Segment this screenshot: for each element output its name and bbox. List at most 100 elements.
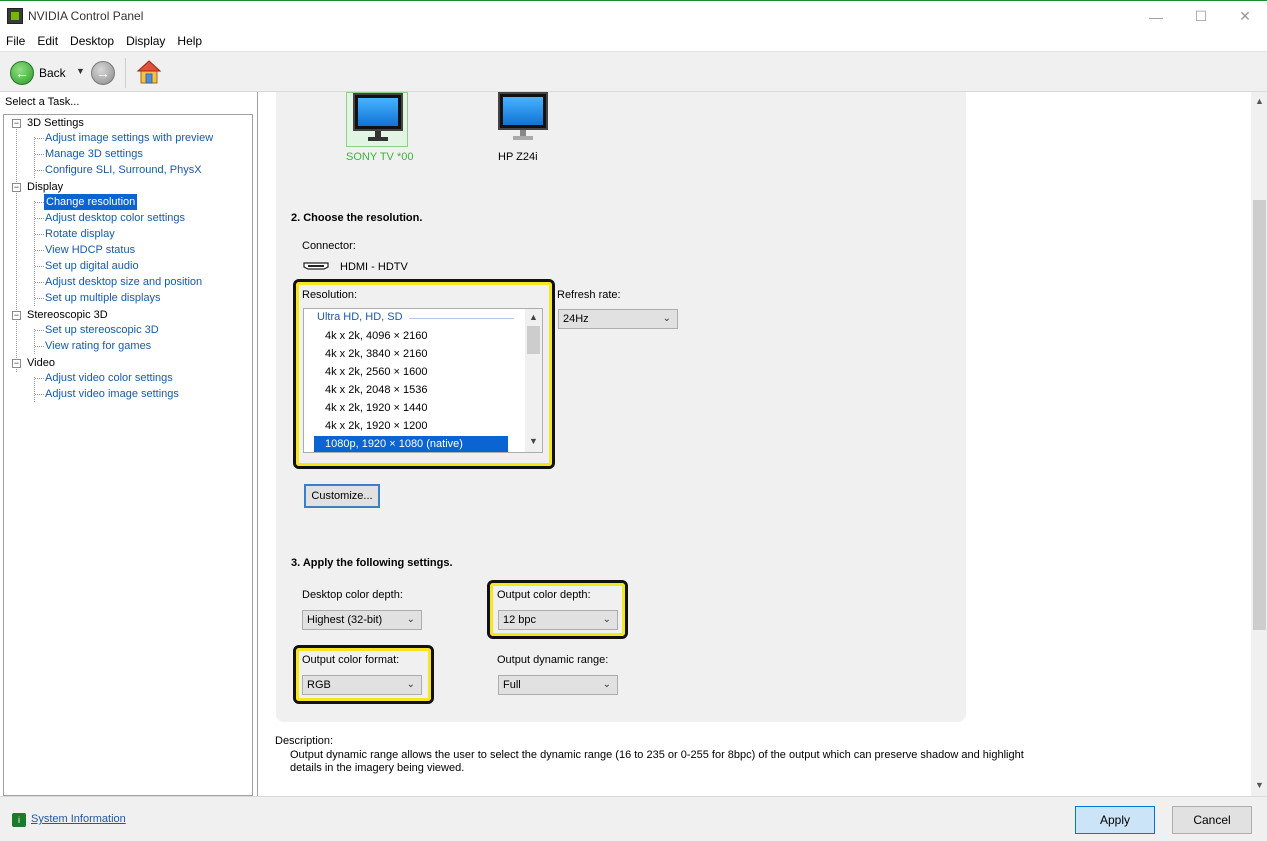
- home-icon[interactable]: [136, 59, 162, 85]
- tree-category-stereoscopic-3d[interactable]: Stereoscopic 3D: [27, 307, 108, 323]
- refresh-rate-label: Refresh rate:: [557, 289, 621, 301]
- chevron-down-icon: ⌄: [406, 614, 415, 625]
- task-view-hdcp-status[interactable]: View HDCP status: [45, 242, 135, 258]
- back-history-dropdown-icon[interactable]: ▼: [76, 66, 85, 76]
- system-information-link[interactable]: System Information: [31, 813, 126, 825]
- back-label: Back: [39, 66, 66, 80]
- task-adjust-desktop-color[interactable]: Adjust desktop color settings: [45, 210, 185, 226]
- desktop-color-depth-select[interactable]: Highest (32-bit) ⌄: [302, 610, 422, 630]
- monitor-icon: [498, 92, 548, 130]
- refresh-rate-value: 24Hz: [563, 313, 589, 325]
- monitor-icon: [353, 93, 403, 131]
- task-sidebar: Select a Task... − 3D Settings Adjust im…: [0, 92, 255, 796]
- group-divider: [409, 318, 514, 319]
- display-sony-tv[interactable]: [346, 92, 408, 147]
- customize-button[interactable]: Customize...: [304, 484, 380, 508]
- expand-stereoscopic-icon[interactable]: −: [12, 311, 21, 320]
- output-color-format-select[interactable]: RGB ⌄: [302, 675, 422, 695]
- tree-line: [35, 266, 44, 267]
- resolution-option[interactable]: 4k x 2k, 3840 × 2160: [314, 346, 508, 362]
- toolbar-separator: [125, 58, 126, 88]
- cancel-button[interactable]: Cancel: [1172, 806, 1252, 834]
- resolution-scrollbar[interactable]: ▲ ▼: [525, 309, 542, 452]
- tree-line: [35, 234, 44, 235]
- select-task-label: Select a Task...: [5, 96, 80, 108]
- resolution-option[interactable]: 4k x 2k, 1920 × 1440: [314, 400, 508, 416]
- output-dynamic-range-select[interactable]: Full ⌄: [498, 675, 618, 695]
- nvidia-app-icon: [7, 8, 23, 24]
- expand-display-icon[interactable]: −: [12, 183, 21, 192]
- resolution-group-label: Ultra HD, HD, SD: [317, 311, 403, 323]
- task-video-color[interactable]: Adjust video color settings: [45, 370, 173, 386]
- task-multiple-displays[interactable]: Set up multiple displays: [45, 290, 161, 306]
- display-hp-z24i-label[interactable]: HP Z24i: [498, 151, 538, 163]
- task-manage-3d-settings[interactable]: Manage 3D settings: [45, 146, 143, 162]
- tree-line: [34, 329, 35, 354]
- display-hp-z24i[interactable]: [492, 92, 554, 142]
- scroll-up-icon[interactable]: ▲: [1255, 96, 1264, 106]
- tree-category-video[interactable]: Video: [27, 355, 55, 371]
- tree-line: [34, 201, 35, 306]
- connector-label: Connector:: [302, 240, 356, 252]
- task-digital-audio[interactable]: Set up digital audio: [45, 258, 139, 274]
- refresh-rate-select[interactable]: 24Hz ⌄: [558, 309, 678, 329]
- resolution-label: Resolution:: [302, 289, 358, 301]
- resolution-option[interactable]: 4k x 2k, 2048 × 1536: [314, 382, 508, 398]
- menu-help[interactable]: Help: [171, 31, 208, 51]
- output-dynamic-range-value: Full: [503, 679, 521, 691]
- connector-value: HDMI - HDTV: [340, 261, 408, 273]
- forward-arrow-icon[interactable]: →: [91, 61, 115, 85]
- resolution-listbox[interactable]: Ultra HD, HD, SD 4k x 2k, 4096 × 2160 4k…: [303, 308, 543, 453]
- menu-file[interactable]: File: [0, 31, 31, 51]
- menu-display[interactable]: Display: [120, 31, 171, 51]
- settings-area: SONY TV *00 HP Z24i 2. Choose the resolu…: [276, 92, 966, 722]
- main-content: SONY TV *00 HP Z24i 2. Choose the resolu…: [257, 92, 1267, 796]
- toolbar: ← Back ▼ →: [0, 51, 1267, 92]
- scroll-thumb[interactable]: [1253, 200, 1266, 630]
- task-desktop-size-position[interactable]: Adjust desktop size and position: [45, 274, 202, 290]
- tree-line: [35, 170, 44, 171]
- chevron-down-icon: ⌄: [662, 313, 671, 324]
- task-rotate-display[interactable]: Rotate display: [45, 226, 115, 242]
- task-change-resolution[interactable]: Change resolution: [44, 194, 138, 210]
- close-button[interactable]: ✕: [1222, 1, 1267, 32]
- tree-category-3d-settings[interactable]: 3D Settings: [27, 115, 84, 131]
- menu-desktop[interactable]: Desktop: [64, 31, 120, 51]
- tree-line: [16, 129, 17, 372]
- resolution-option[interactable]: 4k x 2k, 4096 × 2160: [314, 328, 508, 344]
- resolution-option[interactable]: 4k x 2k, 2560 × 1600: [314, 364, 508, 380]
- tree-category-display[interactable]: Display: [27, 179, 63, 195]
- main-scrollbar[interactable]: ▲ ▼: [1251, 92, 1267, 796]
- task-video-image[interactable]: Adjust video image settings: [45, 386, 179, 402]
- desktop-color-depth-label: Desktop color depth:: [302, 589, 403, 601]
- task-setup-stereoscopic[interactable]: Set up stereoscopic 3D: [45, 322, 159, 338]
- expand-3d-settings-icon[interactable]: −: [12, 119, 21, 128]
- title-bar: NVIDIA Control Panel — ☐ ✕: [0, 0, 1267, 31]
- scroll-thumb[interactable]: [527, 326, 540, 354]
- tree-line: [35, 138, 44, 139]
- scroll-down-icon[interactable]: ▼: [1255, 780, 1264, 790]
- apply-button[interactable]: Apply: [1075, 806, 1155, 834]
- resolution-option[interactable]: 4k x 2k, 1920 × 1200: [314, 418, 508, 434]
- chevron-down-icon: ⌄: [602, 679, 611, 690]
- display-sony-tv-label[interactable]: SONY TV *00: [346, 151, 413, 163]
- expand-video-icon[interactable]: −: [12, 359, 21, 368]
- back-button[interactable]: ← Back: [10, 61, 66, 85]
- resolution-option-selected[interactable]: 1080p, 1920 × 1080 (native): [314, 436, 508, 452]
- menu-edit[interactable]: Edit: [31, 31, 64, 51]
- chevron-down-icon: ⌄: [602, 614, 611, 625]
- tree-line: [34, 137, 35, 178]
- scroll-down-icon[interactable]: ▼: [529, 436, 538, 446]
- description-label: Description:: [275, 735, 334, 747]
- task-adjust-image-settings[interactable]: Adjust image settings with preview: [45, 130, 213, 146]
- minimize-button[interactable]: —: [1133, 1, 1179, 32]
- output-color-depth-select[interactable]: 12 bpc ⌄: [498, 610, 618, 630]
- task-view-rating-games[interactable]: View rating for games: [45, 338, 151, 354]
- desktop-color-depth-value: Highest (32-bit): [307, 614, 383, 626]
- task-configure-sli[interactable]: Configure SLI, Surround, PhysX: [45, 162, 202, 178]
- tree-line: [35, 218, 44, 219]
- tree-line: [35, 202, 44, 203]
- scroll-up-icon[interactable]: ▲: [529, 312, 538, 322]
- tree-line: [35, 250, 44, 251]
- maximize-button[interactable]: ☐: [1178, 1, 1224, 32]
